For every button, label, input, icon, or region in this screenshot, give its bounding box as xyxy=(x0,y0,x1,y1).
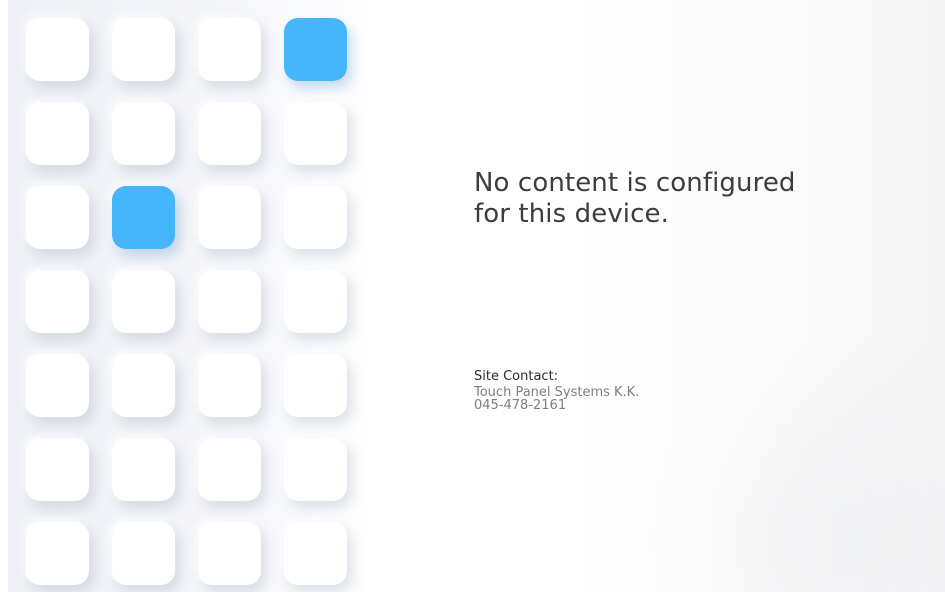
tile xyxy=(198,186,261,249)
tile xyxy=(26,102,89,165)
tile-active xyxy=(112,186,175,249)
tile xyxy=(284,186,347,249)
device-screen: No content is configured for this device… xyxy=(0,0,945,592)
tile xyxy=(26,18,89,81)
tile xyxy=(198,522,261,585)
tile xyxy=(112,354,175,417)
tile-active xyxy=(284,18,347,81)
contact-phone: 045-478-2161 xyxy=(474,398,567,413)
tile xyxy=(284,354,347,417)
tile xyxy=(284,270,347,333)
tile xyxy=(284,438,347,501)
tile xyxy=(198,270,261,333)
tile xyxy=(26,522,89,585)
tile xyxy=(26,438,89,501)
tile-panel xyxy=(8,0,370,592)
site-contact: Site Contact: Touch Panel Systems K.K. 0… xyxy=(474,370,854,412)
tile xyxy=(26,186,89,249)
contact-title: Site Contact: xyxy=(474,369,559,384)
tile xyxy=(198,438,261,501)
tile-grid xyxy=(26,18,347,585)
message-line-1: No content is configured xyxy=(474,168,796,198)
tile xyxy=(284,522,347,585)
tile xyxy=(112,270,175,333)
tile xyxy=(112,18,175,81)
tile xyxy=(112,102,175,165)
message-line-2: for this device. xyxy=(474,199,669,229)
no-content-message: No content is configured for this device… xyxy=(474,168,904,230)
tile xyxy=(198,102,261,165)
tile xyxy=(112,522,175,585)
tile xyxy=(198,18,261,81)
tile xyxy=(284,102,347,165)
tile xyxy=(26,354,89,417)
tile xyxy=(26,270,89,333)
tile xyxy=(112,438,175,501)
tile xyxy=(198,354,261,417)
